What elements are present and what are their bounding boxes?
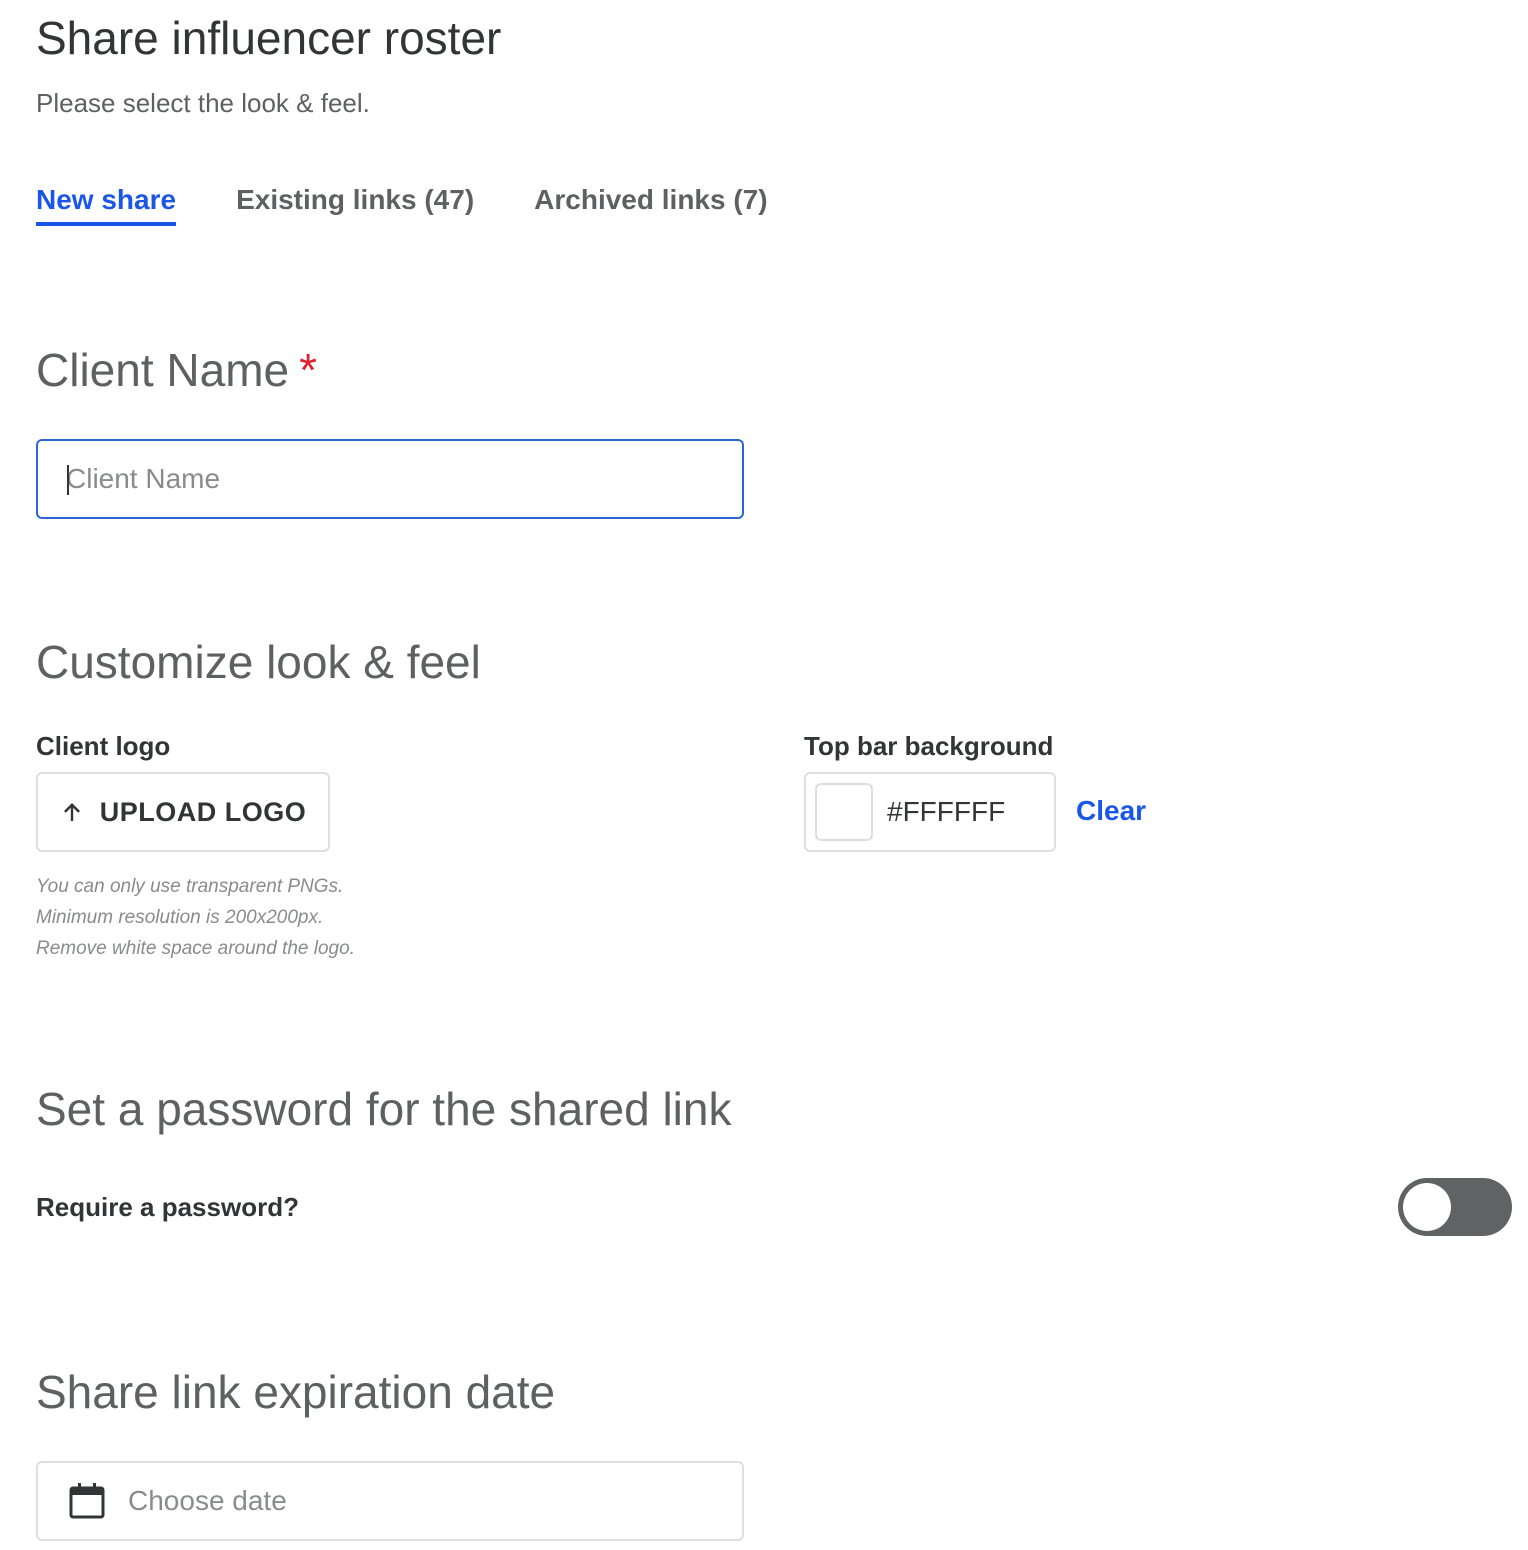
expiration-heading: Share link expiration date <box>36 1366 556 1418</box>
clear-color-button[interactable]: Clear <box>1076 794 1146 828</box>
page-subtitle: Please select the look & feel. <box>36 88 370 118</box>
upload-logo-button[interactable]: UPLOAD LOGO <box>36 772 330 852</box>
tab-archived-links[interactable]: Archived links (7) <box>534 180 767 226</box>
expiration-date-placeholder: Choose date <box>128 1485 287 1516</box>
client-logo-label: Client logo <box>36 731 171 761</box>
logo-hint-whitespace: Remove white space around the logo. <box>36 938 355 959</box>
color-hex-value[interactable]: #FFFFFF <box>887 796 1005 828</box>
password-heading: Set a password for the shared link <box>36 1083 732 1135</box>
upload-logo-label: UPLOAD LOGO <box>99 796 307 827</box>
text-caret <box>67 465 69 495</box>
calendar-icon <box>68 1482 106 1520</box>
logo-hint-resolution: Minimum resolution is 200x200px. <box>36 907 324 928</box>
tab-existing-links[interactable]: Existing links (47) <box>236 180 474 226</box>
page-title: Share influencer roster <box>36 12 502 64</box>
tab-bar: New share Existing links (47) Archived l… <box>36 180 768 228</box>
expiration-date-field[interactable]: Choose date <box>36 1461 744 1541</box>
require-password-label: Require a password? <box>36 1192 299 1222</box>
client-name-heading-text: Client Name <box>36 344 290 396</box>
tab-new-share[interactable]: New share <box>36 180 177 226</box>
toggle-knob <box>1403 1183 1451 1231</box>
color-swatch[interactable] <box>815 783 873 841</box>
client-name-input[interactable] <box>38 463 742 495</box>
customize-heading: Customize look & feel <box>36 636 481 688</box>
client-name-heading: Client Name * <box>36 342 317 398</box>
top-bar-background-label: Top bar background <box>804 731 1054 761</box>
top-bar-color-field[interactable]: #FFFFFF <box>804 772 1056 852</box>
require-password-toggle[interactable] <box>1398 1178 1512 1236</box>
arrow-up-icon <box>60 800 84 824</box>
logo-hint-png: You can only use transparent PNGs. <box>36 876 344 897</box>
client-name-field[interactable] <box>36 439 744 519</box>
required-star: * <box>299 344 317 396</box>
